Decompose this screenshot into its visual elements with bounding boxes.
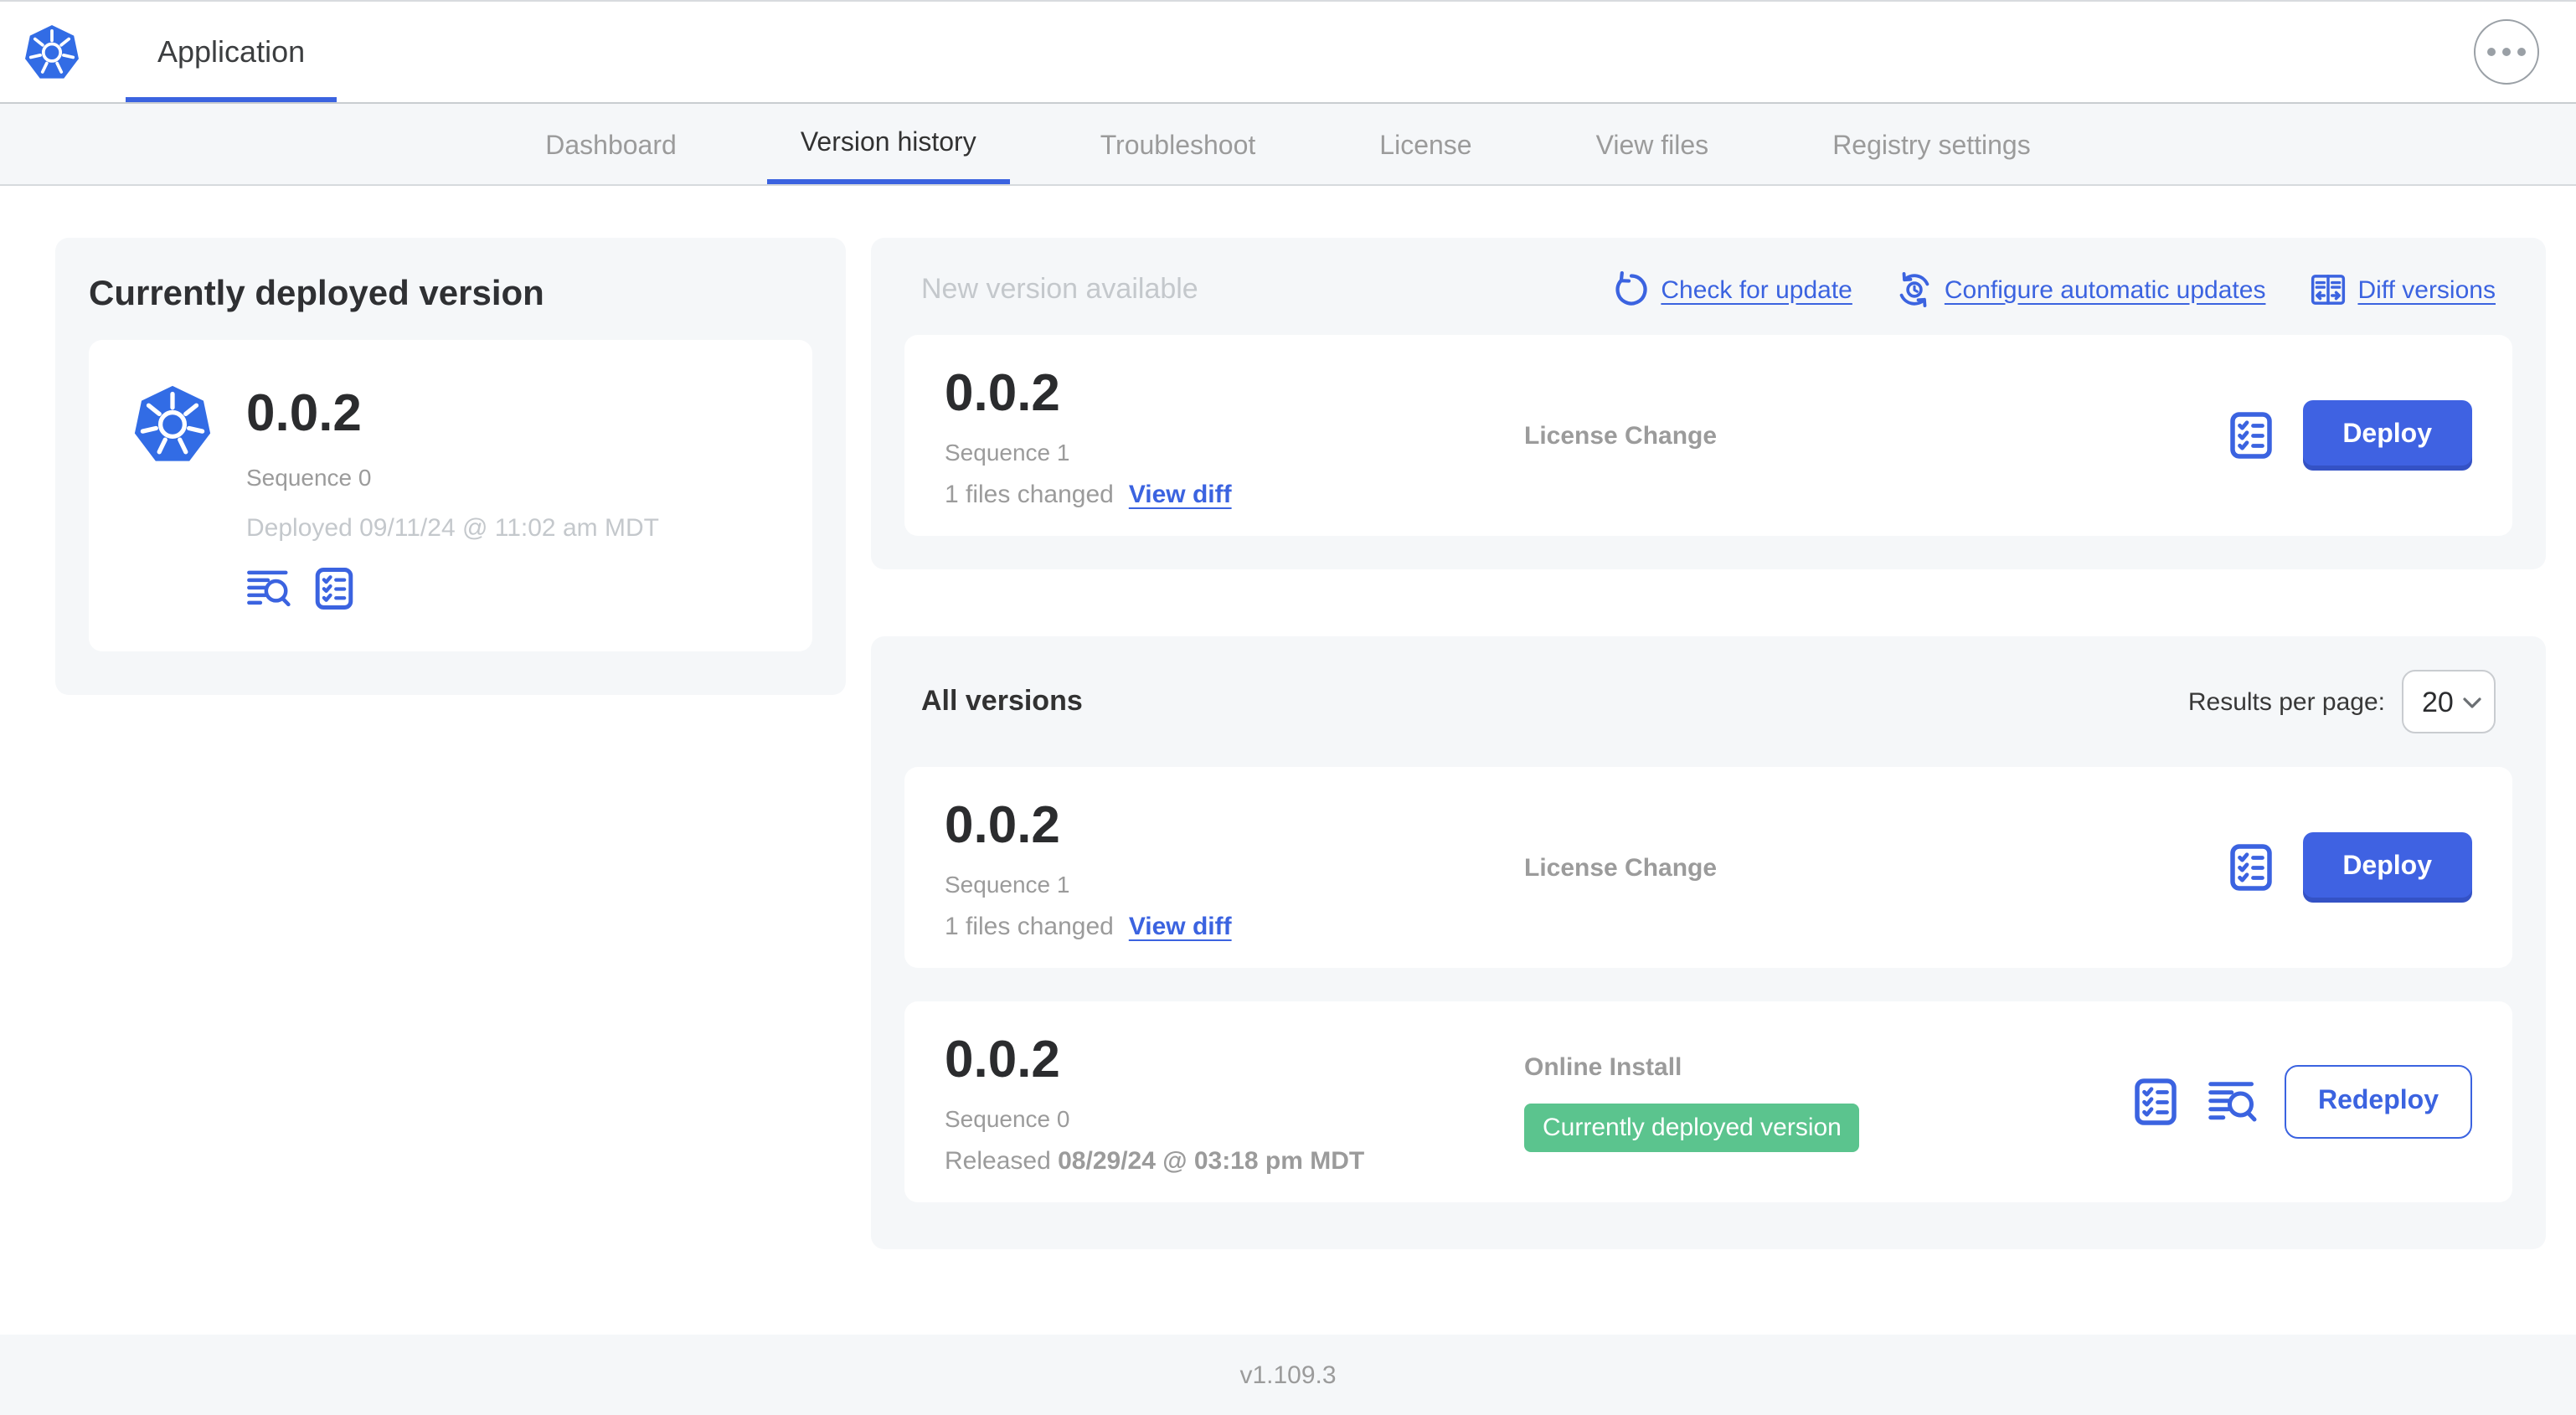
current-version-card: 0.0.2 Sequence 0 Deployed 09/11/24 @ 11:… bbox=[89, 340, 812, 651]
ellipsis-icon bbox=[2487, 48, 2526, 56]
version-info: 0.0.2 Sequence 1 1 files changed View dif… bbox=[945, 795, 1524, 940]
link-label: Configure automatic updates bbox=[1944, 275, 2266, 304]
preflight-checks-button[interactable] bbox=[312, 566, 357, 611]
refresh-icon bbox=[1612, 271, 1649, 308]
version-sequence: Sequence 1 bbox=[945, 870, 1070, 897]
diff-panels-icon bbox=[2309, 271, 2346, 308]
more-menu-button[interactable] bbox=[2474, 19, 2539, 85]
tab-dashboard[interactable]: Dashboard bbox=[512, 104, 710, 184]
view-logs-button[interactable] bbox=[2208, 1077, 2258, 1127]
versions-column: New version available Check for update C… bbox=[871, 238, 2546, 1335]
new-version-title: New version available bbox=[921, 273, 1198, 305]
admin-console: Application Dashboard Version history Tr… bbox=[0, 0, 2576, 1415]
deploy-button[interactable]: Deploy bbox=[2302, 400, 2472, 471]
currently-deployed-badge: Currently deployed version bbox=[1524, 1103, 1860, 1151]
current-version-info: 0.0.2 Sequence 0 Deployed 09/11/24 @ 11:… bbox=[246, 383, 659, 611]
preflight-checks-button[interactable] bbox=[2225, 842, 2275, 893]
tab-label: Registry settings bbox=[1832, 131, 2031, 160]
preflight-checks-button[interactable] bbox=[2130, 1077, 2181, 1127]
app-subnav: Dashboard Version history Troubleshoot L… bbox=[0, 104, 2576, 186]
tab-view-files[interactable]: View files bbox=[1563, 104, 1743, 184]
tab-troubleshoot[interactable]: Troubleshoot bbox=[1067, 104, 1290, 184]
link-label: Check for update bbox=[1661, 275, 1852, 304]
version-sequence: Sequence 0 bbox=[945, 1104, 1070, 1131]
version-source: License Change bbox=[1524, 853, 1718, 882]
version-row: 0.0.2 Sequence 0 Released 08/29/24 @ 03:… bbox=[904, 1001, 2512, 1202]
version-info: 0.0.2 Sequence 0 Released 08/29/24 @ 03:… bbox=[945, 1029, 1524, 1175]
released-label: Released bbox=[945, 1146, 1051, 1175]
deploy-button[interactable]: Deploy bbox=[2302, 832, 2472, 903]
tab-license[interactable]: License bbox=[1346, 104, 1505, 184]
preflight-checks-button[interactable] bbox=[2225, 410, 2275, 461]
view-diff-link[interactable]: View diff bbox=[1129, 912, 1232, 940]
version-history-page: Currently deployed version 0.0.2 Sequenc… bbox=[0, 186, 2576, 1335]
tab-label: Dashboard bbox=[545, 131, 677, 160]
console-version: v1.109.3 bbox=[1239, 1361, 1337, 1389]
files-changed: 1 files changed View diff bbox=[945, 912, 1524, 940]
checklist-icon bbox=[2225, 842, 2275, 893]
results-per-page-select[interactable]: 20 bbox=[2402, 670, 2496, 733]
version-number: 0.0.2 bbox=[945, 363, 1060, 421]
files-changed-count: 1 files changed bbox=[945, 480, 1114, 508]
logs-icon bbox=[246, 566, 291, 611]
kubernetes-logo-icon bbox=[132, 383, 213, 464]
link-label: Diff versions bbox=[2357, 275, 2496, 304]
version-source: License Change bbox=[1524, 421, 1718, 450]
version-source: Online Install bbox=[1524, 1052, 1682, 1081]
version-number: 0.0.2 bbox=[945, 1029, 1060, 1088]
check-for-update-link[interactable]: Check for update bbox=[1612, 271, 1852, 308]
version-number: 0.0.2 bbox=[246, 383, 362, 442]
currently-deployed-title: Currently deployed version bbox=[89, 275, 544, 313]
files-changed-count: 1 files changed bbox=[945, 912, 1114, 940]
view-diff-link[interactable]: View diff bbox=[1129, 480, 1232, 508]
kubernetes-logo-icon bbox=[23, 23, 80, 80]
currently-deployed-panel: Currently deployed version 0.0.2 Sequenc… bbox=[55, 238, 846, 695]
update-actions: Check for update Configure automatic upd… bbox=[1612, 271, 2496, 308]
all-versions-title: All versions bbox=[921, 685, 1083, 717]
version-actions: Deploy bbox=[2225, 400, 2472, 471]
app-header: Application bbox=[0, 0, 2576, 104]
version-actions: Redeploy bbox=[2130, 1065, 2472, 1139]
checklist-icon bbox=[2225, 410, 2275, 461]
checklist-icon bbox=[312, 566, 357, 611]
new-version-panel: New version available Check for update C… bbox=[871, 238, 2546, 569]
results-per-page-select-wrap: 20 bbox=[2402, 670, 2496, 733]
results-per-page-label: Results per page: bbox=[2187, 687, 2385, 716]
version-meta: License Change bbox=[1524, 853, 2225, 882]
app-footer: v1.109.3 bbox=[0, 1335, 2576, 1415]
all-versions-panel: All versions Results per page: 20 0.0.2 … bbox=[871, 636, 2546, 1249]
version-meta: License Change bbox=[1524, 421, 2225, 450]
tab-label: View files bbox=[1595, 131, 1709, 160]
tab-version-history[interactable]: Version history bbox=[766, 104, 1010, 184]
view-logs-button[interactable] bbox=[246, 566, 291, 611]
version-info: 0.0.2 Sequence 1 1 files changed View dif… bbox=[945, 363, 1524, 508]
current-version-actions bbox=[246, 566, 659, 611]
released-timestamp: Released 08/29/24 @ 03:18 pm MDT bbox=[945, 1146, 1524, 1175]
version-actions: Deploy bbox=[2225, 832, 2472, 903]
files-changed: 1 files changed View diff bbox=[945, 480, 1524, 508]
logs-icon bbox=[2208, 1077, 2258, 1127]
version-sequence: Sequence 1 bbox=[945, 438, 1070, 465]
diff-versions-link[interactable]: Diff versions bbox=[2309, 271, 2496, 308]
version-sequence: Sequence 0 bbox=[246, 464, 372, 491]
app-title: Application bbox=[157, 34, 306, 68]
results-per-page: Results per page: 20 bbox=[2188, 670, 2496, 733]
deployed-timestamp: Deployed 09/11/24 @ 11:02 am MDT bbox=[246, 514, 659, 543]
redeploy-button[interactable]: Redeploy bbox=[2284, 1065, 2472, 1139]
version-meta: Online Install Currently deployed versio… bbox=[1524, 1052, 2130, 1151]
released-date: 08/29/24 @ 03:18 pm MDT bbox=[1058, 1146, 1365, 1175]
version-number: 0.0.2 bbox=[945, 795, 1060, 853]
tab-registry-settings[interactable]: Registry settings bbox=[1799, 104, 2064, 184]
all-versions-header: All versions Results per page: 20 bbox=[904, 670, 2512, 733]
configure-automatic-updates-link[interactable]: Configure automatic updates bbox=[1896, 271, 2266, 308]
version-row: 0.0.2 Sequence 1 1 files changed View dif… bbox=[904, 767, 2512, 968]
checklist-icon bbox=[2130, 1077, 2181, 1127]
tab-label: Troubleshoot bbox=[1100, 131, 1256, 160]
app-nav-tab[interactable]: Application bbox=[126, 2, 337, 102]
clock-sync-icon bbox=[1896, 271, 1933, 308]
new-version-row: 0.0.2 Sequence 1 1 files changed View dif… bbox=[904, 335, 2512, 536]
tab-label: License bbox=[1379, 131, 1472, 160]
new-version-header: New version available Check for update C… bbox=[904, 271, 2512, 308]
tab-label: Version history bbox=[800, 129, 976, 157]
